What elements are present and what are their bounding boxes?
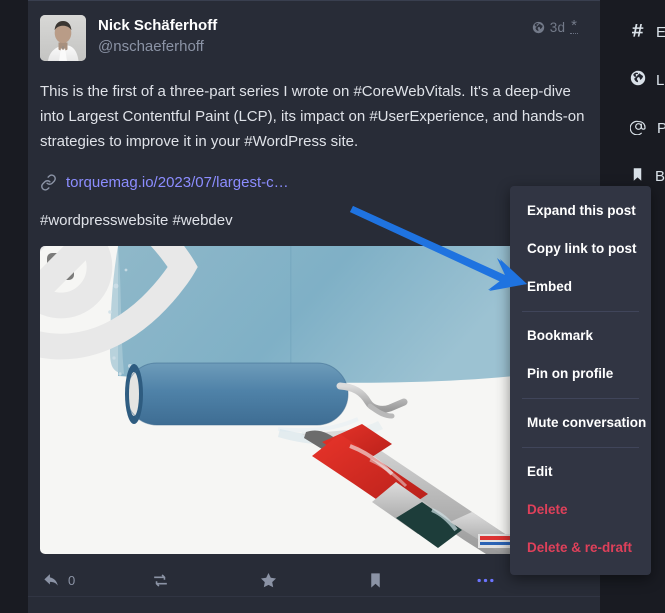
menu-divider xyxy=(522,398,639,399)
reply-arrow-icon xyxy=(42,571,61,590)
menu-item-copy-link-to-post[interactable]: Copy link to post xyxy=(510,230,651,268)
display-name[interactable]: Nick Schäferhoff xyxy=(98,16,217,36)
hash-icon xyxy=(630,22,646,42)
link-chain-icon xyxy=(40,173,57,191)
menu-divider xyxy=(522,311,639,312)
sidebar-label-explore: Ex xyxy=(656,23,665,41)
sidebar-label-bookmarks: Bo xyxy=(655,167,665,185)
status-meta: 3d * xyxy=(532,17,578,35)
edited-marker: * xyxy=(570,17,578,34)
bookmark-icon xyxy=(367,571,384,590)
menu-item-bookmark[interactable]: Bookmark xyxy=(510,317,651,355)
media-attachment[interactable] xyxy=(40,246,514,554)
globe-icon xyxy=(630,70,646,90)
timestamp[interactable]: 3d xyxy=(550,20,565,35)
ellipsis-icon xyxy=(476,577,495,584)
reply-button[interactable]: 0 xyxy=(42,563,150,597)
boost-icon xyxy=(150,571,171,590)
eye-slash-icon xyxy=(40,246,298,421)
favourite-button[interactable] xyxy=(259,563,367,597)
status-content: This is the first of a three-part series… xyxy=(40,79,585,154)
menu-item-expand-this-post[interactable]: Expand this post xyxy=(510,192,651,230)
status-options-dropdown: Expand this post Copy link to post Embed… xyxy=(510,186,651,575)
globe-icon xyxy=(532,21,545,34)
reply-count: 0 xyxy=(68,572,76,588)
menu-divider xyxy=(522,447,639,448)
status-text: This is the first of a three-part series… xyxy=(40,83,585,150)
menu-item-pin-on-profile[interactable]: Pin on profile xyxy=(510,355,651,393)
bookmark-icon xyxy=(630,166,645,187)
status-header: Nick Schäferhoff @nschaeferhoff 3d * xyxy=(40,15,590,67)
mastodon-web-app: Nick Schäferhoff @nschaeferhoff 3d * Thi… xyxy=(0,0,665,613)
bookmark-button[interactable] xyxy=(367,563,475,597)
sidebar-item-live-feeds[interactable]: Li xyxy=(604,56,665,104)
star-icon xyxy=(259,571,278,590)
sidebar-label-private-mentions: Pr xyxy=(657,119,665,137)
status-link-card[interactable]: torquemag.io/2023/07/largest-c… xyxy=(40,171,590,193)
account-handle[interactable]: @nschaeferhoff xyxy=(98,36,217,57)
action-bar-divider xyxy=(28,596,600,597)
menu-item-edit[interactable]: Edit xyxy=(510,453,651,491)
status-author: Nick Schäferhoff @nschaeferhoff xyxy=(98,15,217,57)
sidebar-item-explore[interactable]: Ex xyxy=(604,8,665,56)
menu-item-delete[interactable]: Delete xyxy=(510,491,651,529)
hide-media-button[interactable] xyxy=(40,246,198,359)
sidebar-label-live-feeds: Li xyxy=(656,71,665,89)
menu-item-delete-and-redraft[interactable]: Delete & re-draft xyxy=(510,529,651,567)
menu-item-mute-conversation[interactable]: Mute conversation xyxy=(510,404,651,442)
avatar-photo xyxy=(40,15,86,61)
menu-item-embed[interactable]: Embed xyxy=(510,268,651,306)
at-icon xyxy=(629,118,647,139)
card-link-url[interactable]: torquemag.io/2023/07/largest-c… xyxy=(66,174,289,191)
boost-button[interactable] xyxy=(150,563,258,597)
hashtag-line[interactable]: #wordpresswebsite #webdev xyxy=(40,211,590,231)
avatar[interactable] xyxy=(40,15,86,61)
sidebar-item-private-mentions[interactable]: Pr xyxy=(604,104,665,152)
